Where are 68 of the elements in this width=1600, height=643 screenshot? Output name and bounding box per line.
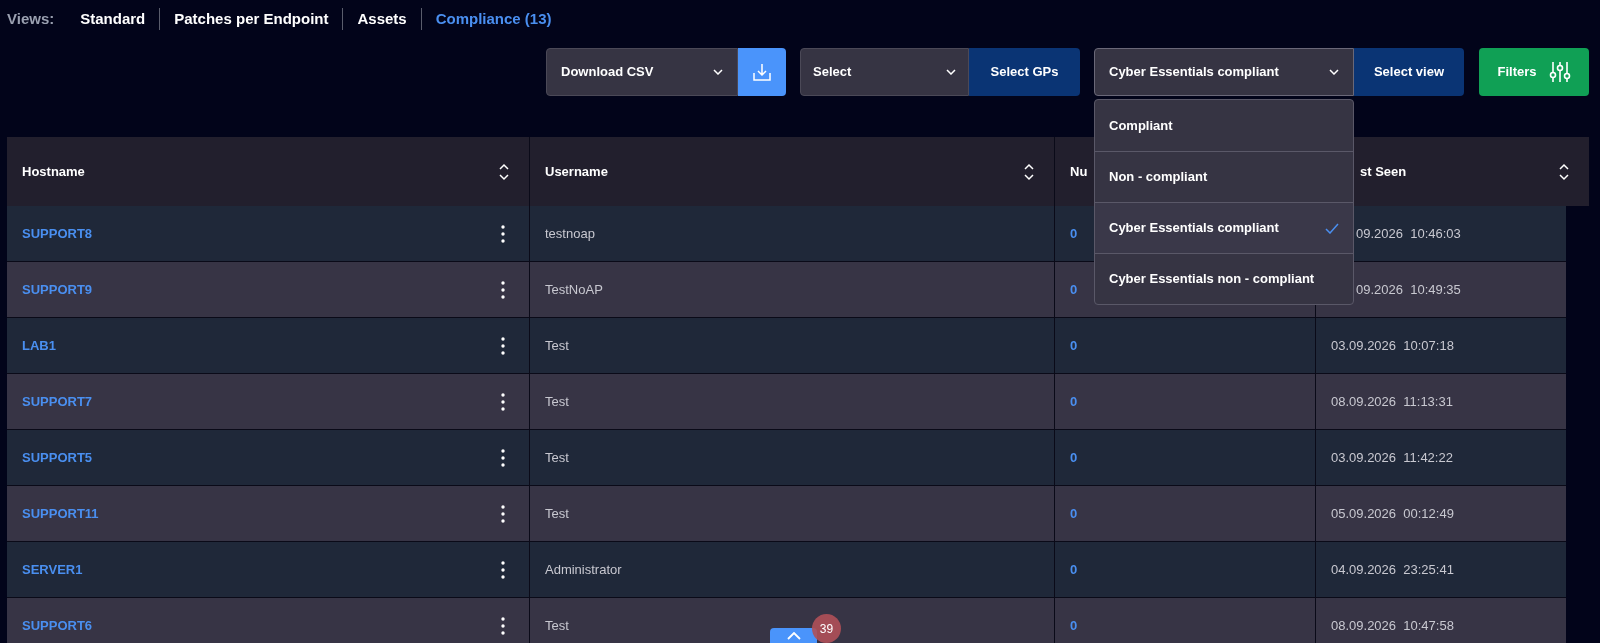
count-link[interactable]: 0 (1070, 447, 1078, 468)
username-cell-text: Test (545, 392, 569, 411)
count-link[interactable]: 0 (1070, 391, 1078, 412)
username-cell-text: Administrator (545, 560, 622, 579)
last-seen-cell-text: 08.09.2026 11:13:31 (1331, 392, 1453, 411)
chevron-down-icon (1329, 69, 1339, 75)
last-seen-cell-text: 09.2026 10:46:03 (1356, 224, 1461, 243)
last-seen-cell-text: 03.09.2026 10:07:18 (1331, 336, 1454, 355)
count-link[interactable]: 0 (1070, 503, 1078, 524)
hostname-link[interactable]: SUPPORT5 (22, 447, 93, 468)
view-tab[interactable]: Assets (342, 7, 421, 31)
chevron-up-icon (786, 632, 801, 640)
select-gps-button[interactable]: Select GPs (969, 48, 1080, 96)
download-icon (752, 62, 772, 82)
more-icon[interactable] (501, 560, 505, 579)
more-icon[interactable] (501, 616, 505, 635)
view-tab[interactable]: Compliance (13) (420, 7, 566, 31)
check-icon (1325, 222, 1339, 234)
chevron-down-icon (946, 69, 956, 75)
more-icon[interactable] (501, 448, 505, 467)
chevron-down-icon (713, 69, 723, 75)
hostname-link[interactable]: SERVER1 (22, 559, 83, 580)
more-icon[interactable] (501, 336, 505, 355)
last-seen-cell-text: 03.09.2026 11:42:22 (1331, 448, 1453, 467)
sort-icon[interactable] (1024, 162, 1034, 181)
more-icon[interactable] (501, 392, 505, 411)
views-label: Views: (7, 8, 56, 29)
hostname-link[interactable]: SUPPORT11 (22, 503, 99, 524)
username-cell-text: Test (545, 616, 569, 635)
sort-icon[interactable] (499, 162, 509, 181)
dropdown-option[interactable]: Cyber Essentials non - compliant (1095, 253, 1353, 304)
export-select[interactable]: Download CSV (546, 48, 738, 96)
username-cell-text: TestNoAP (545, 280, 603, 299)
select-view-button[interactable]: Select view (1354, 48, 1464, 96)
view-select[interactable]: Cyber Essentials compliant (1094, 48, 1354, 96)
column-header: Nu (1070, 162, 1088, 181)
more-icon[interactable] (501, 280, 505, 299)
hostname-link[interactable]: LAB1 (22, 335, 56, 356)
hostname-link[interactable]: SUPPORT7 (22, 391, 93, 412)
view-tab[interactable]: Standard (66, 7, 160, 31)
view-tab[interactable]: Patches per Endpoint (159, 7, 343, 31)
count-link[interactable]: 0 (1070, 279, 1078, 300)
dropdown-option[interactable]: Compliant (1095, 100, 1353, 151)
last-seen-cell-text: 09.2026 10:49:35 (1356, 280, 1461, 299)
hostname-link[interactable]: SUPPORT6 (22, 615, 93, 636)
hostname-link[interactable]: SUPPORT9 (22, 279, 93, 300)
sort-icon[interactable] (1559, 162, 1569, 181)
username-cell-text: Test (545, 336, 569, 355)
hostname-link[interactable]: SUPPORT8 (22, 223, 93, 244)
last-seen-cell-text: 08.09.2026 10:47:58 (1331, 616, 1454, 635)
count-link[interactable]: 0 (1070, 615, 1078, 636)
dropdown-option[interactable]: Cyber Essentials compliant (1095, 202, 1353, 253)
username-cell-text: Test (545, 448, 569, 467)
username-cell-text: testnoap (545, 224, 595, 243)
column-header: Username (545, 162, 608, 181)
count-link[interactable]: 0 (1070, 223, 1078, 244)
last-seen-cell-text: 05.09.2026 00:12:49 (1331, 504, 1454, 523)
count-link[interactable]: 0 (1070, 559, 1078, 580)
more-icon[interactable] (501, 224, 505, 243)
column-header: st Seen (1360, 162, 1407, 181)
last-seen-cell-text: 04.09.2026 23:25:41 (1331, 560, 1454, 579)
count-link[interactable]: 0 (1070, 335, 1078, 356)
sliders-icon (1548, 60, 1571, 84)
column-header: Hostname (22, 162, 85, 181)
filters-button[interactable]: Filters (1479, 48, 1589, 96)
gp-select[interactable]: Select (800, 48, 969, 96)
more-icon[interactable] (501, 504, 505, 523)
username-cell-text: Test (545, 504, 569, 523)
